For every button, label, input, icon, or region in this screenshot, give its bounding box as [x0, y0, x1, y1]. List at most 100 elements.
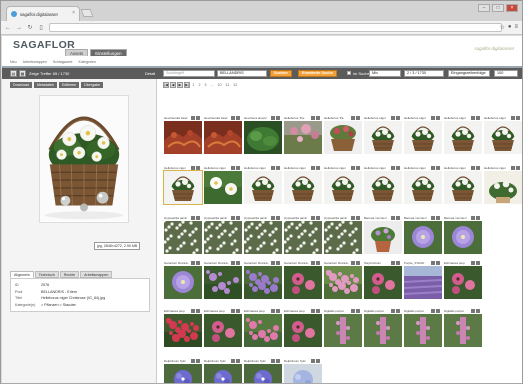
thumbnail-image[interactable]	[404, 171, 442, 204]
info-icon[interactable]	[431, 215, 435, 220]
select-icon[interactable]	[356, 308, 360, 313]
thumbnail-image[interactable]	[244, 266, 282, 299]
thumbnail-tile[interactable]: Purple_STAUD	[404, 260, 442, 301]
search-input[interactable]: Suchbegriff	[163, 70, 215, 77]
info-icon[interactable]	[271, 115, 275, 120]
thumbnail-image[interactable]	[163, 170, 203, 205]
thumbnail-tile[interactable]: Gypsophila panic	[204, 215, 242, 256]
select-icon[interactable]	[436, 308, 440, 313]
info-icon[interactable]	[511, 165, 515, 170]
select-icon[interactable]	[316, 308, 320, 313]
thumbnail-tile[interactable]: Helleborus niger	[204, 165, 242, 206]
thumbnail-tile[interactable]: Delphinium hybr	[284, 358, 322, 384]
thumbnail-tile[interactable]: Echinacea purp	[164, 308, 202, 349]
select-icon[interactable]	[396, 115, 400, 120]
thumbnail-image[interactable]	[324, 314, 362, 347]
thumbnail-tile[interactable]: Digitalis purpur	[364, 308, 402, 349]
thumbnail-image[interactable]	[244, 121, 282, 154]
thumbnail-image[interactable]	[244, 221, 282, 254]
info-icon[interactable]	[231, 165, 235, 170]
info-icon[interactable]	[231, 308, 235, 313]
info-icon[interactable]	[311, 215, 315, 220]
within-results-checkbox[interactable]	[347, 71, 351, 75]
thumbnail-image[interactable]	[244, 364, 282, 384]
thumbnail-image[interactable]	[204, 314, 242, 347]
select-icon[interactable]	[276, 115, 280, 120]
info-icon[interactable]	[231, 115, 235, 120]
select-icon[interactable]	[436, 165, 440, 170]
thumbnail-image[interactable]	[284, 121, 322, 154]
info-icon[interactable]	[271, 165, 275, 170]
select-icon[interactable]	[316, 358, 320, 363]
browser-tab[interactable]: sagaflor.digitalasset ×	[6, 6, 80, 21]
select-icon[interactable]	[396, 165, 400, 170]
thumbnail-tile[interactable]: Helleborus niger	[364, 165, 402, 206]
thumbnail-image[interactable]	[444, 171, 482, 204]
thumbnail-tile[interactable]: Helleborus niger	[404, 115, 442, 156]
select-icon[interactable]	[356, 260, 360, 265]
thumbnail-tile[interactable]: Echinacea purp	[284, 308, 322, 349]
download-button[interactable]: Download	[10, 82, 32, 88]
thumbnail-tile[interactable]: Echinacea purp	[244, 308, 282, 349]
thumbnail-tile[interactable]: Heucherella tiarel	[204, 115, 242, 156]
metadata-button[interactable]: Metadaten	[33, 82, 57, 88]
range-field[interactable]: 2 / 3 / 1730	[404, 70, 444, 77]
select-icon[interactable]	[356, 215, 360, 220]
asset-preview-image[interactable]	[39, 95, 129, 223]
info-icon[interactable]	[431, 165, 435, 170]
info-icon[interactable]	[231, 215, 235, 220]
select-icon[interactable]	[396, 260, 400, 265]
thumbnail-tile[interactable]: Echinacea purp	[204, 308, 242, 349]
select-icon[interactable]	[236, 308, 240, 313]
select-icon[interactable]	[196, 115, 200, 120]
thumbnail-image[interactable]	[364, 121, 402, 154]
tab-arbeitsmappen[interactable]: Arbeitsmappen	[80, 271, 113, 278]
thumbnail-image[interactable]	[484, 121, 522, 154]
info-icon[interactable]	[471, 260, 475, 265]
grid-view-button[interactable]: ▦	[19, 70, 26, 77]
tab-technisch[interactable]: Technisch	[34, 271, 59, 278]
pool-select[interactable]: BELLANDRIS	[217, 70, 267, 77]
subnav-arbeitsmappen[interactable]: Arbeitsmappen	[23, 60, 47, 64]
info-icon[interactable]	[431, 260, 435, 265]
select-icon[interactable]	[436, 215, 440, 220]
info-icon[interactable]	[191, 308, 195, 313]
info-icon[interactable]	[311, 260, 315, 265]
thumbnail-tile[interactable]: Helleborus 'Pa	[324, 115, 362, 156]
thumbnail-tile[interactable]: Gypsophila panic	[244, 215, 282, 256]
thumbnail-tile[interactable]: Digitalis purpur	[444, 308, 482, 349]
select-icon[interactable]	[476, 260, 480, 265]
select-icon[interactable]	[196, 165, 200, 170]
thumbnail-tile[interactable]: Delphinium hybr	[164, 358, 202, 384]
select-icon[interactable]	[276, 308, 280, 313]
select-icon[interactable]	[236, 215, 240, 220]
tab-assets[interactable]: Assets	[65, 49, 89, 56]
info-icon[interactable]	[351, 215, 355, 220]
info-icon[interactable]	[191, 165, 195, 170]
select-icon[interactable]	[196, 358, 200, 363]
info-icon[interactable]	[431, 308, 435, 313]
thumbnail-image[interactable]	[164, 314, 202, 347]
thumbnail-image[interactable]	[324, 221, 362, 254]
thumbnail-tile[interactable]: Helleborus niger	[244, 165, 282, 206]
thumbnail-image[interactable]	[484, 171, 522, 204]
thumbnail-image[interactable]	[284, 314, 322, 347]
thumbnail-tile[interactable]: Bacopa monnieri	[404, 215, 442, 256]
thumbnail-tile[interactable]: Helleborus niger	[163, 165, 203, 206]
info-icon[interactable]	[311, 358, 315, 363]
thumbnail-image[interactable]	[444, 121, 482, 154]
thumbnail-image[interactable]	[164, 364, 202, 384]
thumbnail-image[interactable]	[164, 266, 202, 299]
thumbnail-image[interactable]	[324, 121, 362, 154]
thumbnail-tile[interactable]: Heuchera americ	[244, 115, 282, 156]
info-icon[interactable]	[191, 358, 195, 363]
info-icon[interactable]	[271, 260, 275, 265]
tab-einstellungen[interactable]: Einstellungen	[90, 49, 127, 56]
thumbnail-image[interactable]	[364, 171, 402, 204]
info-icon[interactable]	[391, 308, 395, 313]
thumbnail-image[interactable]	[404, 121, 442, 154]
thumbnail-image[interactable]	[244, 171, 282, 204]
info-icon[interactable]	[311, 165, 315, 170]
advanced-search-button[interactable]: Erweiterte Suche	[298, 70, 337, 77]
thumbnail-image[interactable]	[284, 364, 322, 384]
